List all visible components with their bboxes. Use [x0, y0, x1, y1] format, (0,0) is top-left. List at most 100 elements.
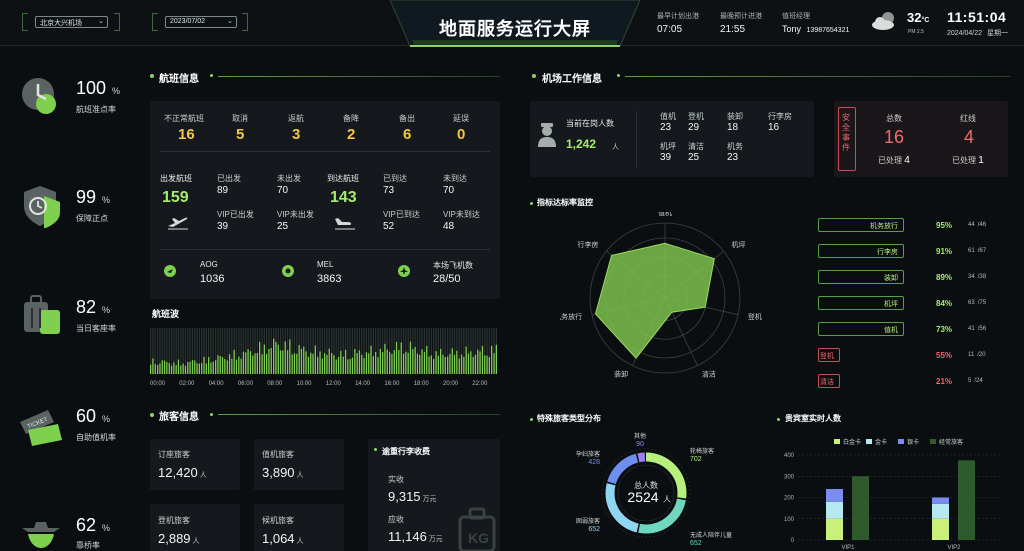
staff-icon — [538, 123, 556, 147]
staff-item-label: 机坪 — [660, 142, 676, 151]
staff-item-value: 23 — [660, 122, 672, 133]
wave-bar — [254, 353, 256, 374]
shield-clock-icon — [24, 186, 60, 228]
arrival-value: 143 — [330, 189, 357, 206]
donut-slice-value: 90 — [636, 441, 644, 448]
kpi-label: 靠桥率 — [76, 541, 100, 550]
wave-bar — [398, 350, 400, 374]
radar-axis-label: 登机 — [748, 312, 762, 321]
wave-bar — [154, 364, 156, 374]
takeoff-icon — [168, 217, 188, 230]
wave-bar — [349, 359, 351, 374]
wave-bar — [275, 341, 277, 374]
wave-bar — [233, 349, 235, 374]
wave-bar — [170, 365, 173, 374]
wave-bar — [249, 351, 252, 374]
wave-bar — [238, 356, 240, 374]
donut-slice-value: 702 — [690, 456, 702, 463]
wave-bar — [377, 357, 379, 374]
kpi-label: 航班准点率 — [76, 105, 116, 114]
safety-panel: 安全事件 总数 16 已处理 4 红线 4 已处理 1 — [834, 101, 1008, 177]
wave-bar — [493, 353, 495, 374]
wave-bar — [226, 360, 228, 374]
local-aircraft-value: 28/50 — [433, 273, 461, 285]
latest-arrival-label: 最晚预计进港 — [720, 13, 762, 20]
vip-y-tick: 200 — [784, 496, 795, 502]
wave-bar — [312, 353, 314, 374]
dep-pending-value: 70 — [277, 185, 289, 196]
wave-bar — [423, 351, 426, 374]
wave-bar — [393, 350, 395, 374]
vip-y-tick: 100 — [784, 517, 795, 523]
wave-bar — [442, 354, 444, 374]
kpi-pct: 95% — [936, 221, 953, 230]
kpi-pct: 91% — [936, 247, 953, 256]
kpi-bar-4: 值机 — [818, 322, 904, 336]
wave-bar — [430, 355, 432, 374]
wave-bar — [289, 339, 291, 374]
wave-bar — [440, 348, 442, 374]
wave-bar — [363, 358, 365, 374]
wave-bar — [428, 356, 430, 374]
wave-bar — [284, 341, 286, 374]
radar-axis-label: 行李房 — [578, 240, 599, 249]
wave-tick-label: 08:00 — [267, 381, 283, 387]
clock-time: 11:51:04 — [947, 9, 1007, 25]
wave-bar — [361, 354, 363, 374]
wave-bar — [342, 356, 344, 374]
abnormal-value: 6 — [403, 126, 412, 143]
wave-bar — [219, 356, 221, 374]
kpi-bar-3: 机坪 — [818, 296, 904, 310]
wave-bar — [194, 360, 196, 374]
dep-vip-done-value: 39 — [217, 221, 229, 232]
wave-bar — [319, 351, 321, 374]
wave-bar — [324, 353, 326, 374]
wave-bar — [402, 353, 405, 374]
wave-bar — [161, 360, 163, 374]
donut-slice-name: 轮椅旅客 — [690, 447, 714, 455]
wave-bar — [215, 360, 217, 374]
wave-bar — [296, 353, 298, 374]
donut-slice-value: 652 — [588, 526, 600, 533]
baggage-scale-icon: KG — [458, 507, 496, 551]
wave-bar — [252, 355, 254, 374]
kpi-count: 34/38 — [968, 274, 987, 280]
wave-bar — [465, 346, 467, 374]
abnormal-label: 取消 — [232, 114, 248, 123]
wave-bar — [421, 349, 423, 374]
actual-value: 9,315 万元 — [388, 489, 437, 504]
date-select[interactable]: 2023/07/02 ⌄ — [165, 16, 237, 28]
ticket-icon: TICKET — [20, 410, 62, 446]
earliest-departure-value: 07:05 — [657, 24, 683, 35]
radar-axis-label: 机坪 — [732, 240, 746, 249]
donut-slice-name: 无成人陪伴儿童 — [690, 531, 732, 539]
legend-label: 金卡 — [875, 438, 887, 446]
kpi-count: 44/46 — [968, 222, 987, 228]
donut-slice-name: 困弱旅客 — [576, 517, 600, 525]
kpi-count: 5/24 — [968, 378, 983, 384]
airport-select[interactable]: 北京大兴机场 ⌄ — [35, 16, 108, 28]
wave-bar — [458, 358, 460, 374]
wave-bar — [261, 354, 263, 374]
wave-tick-label: 22:00 — [472, 381, 488, 387]
wave-bar — [173, 362, 175, 374]
wave-bar — [479, 351, 481, 374]
wave-bar — [203, 356, 205, 374]
wave-bar — [405, 351, 407, 374]
booked-card: 订座旅客 12,420 人 — [150, 439, 240, 490]
wave-bar — [231, 358, 233, 374]
airport-select-wrap: 北京大兴机场 ⌄ — [22, 13, 120, 31]
wave-bar — [326, 354, 328, 374]
kpi-bar-1: 行李房 — [818, 244, 904, 258]
wave-tick-label: 20:00 — [443, 381, 459, 387]
abnormal-value: 0 — [457, 126, 466, 143]
dep-vip-pending-value: 25 — [277, 221, 289, 232]
wave-bar — [386, 349, 388, 374]
wave-bar — [375, 352, 377, 374]
landing-icon — [335, 218, 355, 230]
kpi-bar-2: 装卸 — [818, 270, 904, 284]
arr-pending-value: 70 — [443, 185, 455, 196]
wave-bar — [166, 361, 168, 374]
wave-bar — [268, 349, 270, 374]
kpi-count: 63/75 — [968, 300, 987, 306]
